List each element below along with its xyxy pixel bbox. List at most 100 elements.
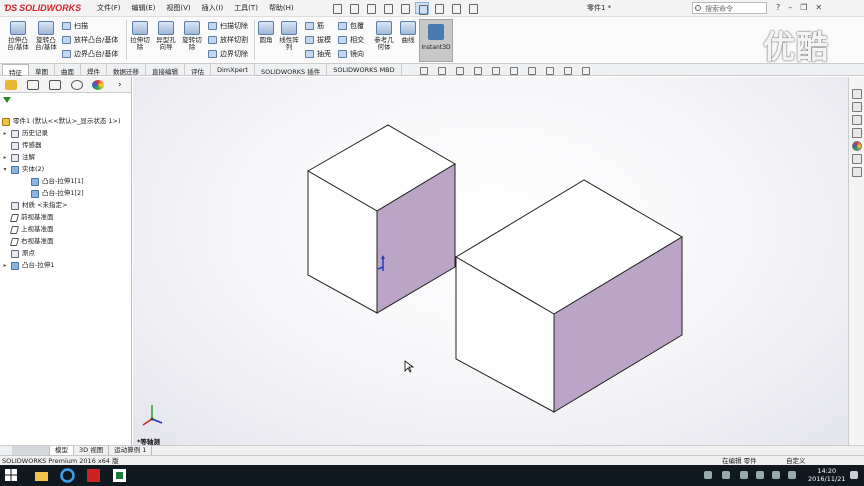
open-icon[interactable] [347, 2, 361, 14]
camtasia-icon[interactable] [112, 468, 127, 483]
apply-scene-icon[interactable] [562, 66, 574, 75]
curves-button[interactable]: 曲线 [398, 21, 418, 44]
reference-geometry-button[interactable]: 参考几何体 [373, 21, 395, 51]
model-canvas[interactable] [133, 77, 848, 445]
tree-item[interactable]: ▸ 注解 [2, 152, 35, 163]
tab-nav-arrows[interactable] [12, 446, 50, 455]
rib-button[interactable]: 筋 [305, 21, 324, 31]
tab-dimxpert[interactable]: DimXpert [211, 64, 255, 75]
custom-properties-icon[interactable] [852, 154, 862, 164]
tab-data-migration[interactable]: 数据迁移 [107, 64, 146, 76]
boundary-cut-button[interactable]: 边界切除 [208, 49, 248, 59]
tree-item[interactable]: 传感器 [2, 140, 42, 151]
extrude-boss-button[interactable]: 拉伸凸台/基体 [4, 21, 32, 51]
tree-item[interactable]: ▸ 历史记录 [2, 128, 48, 139]
menu-insert[interactable]: 插入(I) [202, 3, 224, 13]
tree-root-part[interactable]: 零件1 (默认<<默认>_显示状态 1>) [2, 116, 121, 127]
tree-item[interactable]: 凸台-拉伸1[2] [22, 188, 84, 199]
display-style-icon[interactable] [508, 66, 520, 75]
body-box-2[interactable] [455, 179, 683, 413]
print-icon[interactable] [381, 2, 395, 14]
shell-button[interactable]: 抽壳 [305, 49, 331, 59]
close-icon[interactable]: ✕ [815, 3, 822, 12]
section-view-icon[interactable] [472, 66, 484, 75]
zoom-area-icon[interactable] [436, 66, 448, 75]
start-icon[interactable] [4, 468, 19, 483]
tree-item[interactable]: 上视基准面 [2, 224, 54, 235]
recorder-icon[interactable] [86, 468, 101, 483]
help-icon[interactable]: ? [776, 3, 780, 12]
clock[interactable]: 14:20 2016/11/21 [808, 467, 845, 483]
file-properties-icon[interactable] [449, 2, 463, 14]
search-commands-input[interactable]: 搜索命令 [692, 2, 767, 14]
tree-item[interactable]: 凸台-拉伸1[1] [22, 176, 84, 187]
view-orientation-icon[interactable] [490, 66, 502, 75]
filter-icon[interactable] [3, 97, 12, 106]
feature-manager-tab-icon[interactable] [5, 80, 17, 90]
minimize-icon[interactable]: – [788, 3, 792, 12]
fillet-button[interactable]: 圆角 [256, 21, 276, 44]
loft-boss-button[interactable]: 放样凸台/基体 [62, 35, 118, 45]
menu-view[interactable]: 视图(V) [166, 3, 190, 13]
appearances-icon[interactable] [852, 141, 862, 151]
tab-motion-study[interactable]: 运动算例 1 [109, 446, 153, 455]
restore-icon[interactable]: ❐ [800, 3, 807, 12]
solidworks-resources-icon[interactable] [852, 89, 862, 99]
undo-icon[interactable] [398, 2, 412, 14]
rebuild-icon[interactable] [432, 2, 446, 14]
menu-file[interactable]: 文件(F) [97, 3, 121, 13]
extrude-cut-button[interactable]: 拉伸切除 [128, 21, 152, 51]
tree-item[interactable]: 材质 <未指定> [2, 200, 67, 211]
view-settings-icon[interactable] [580, 66, 592, 75]
menu-help[interactable]: 帮助(H) [269, 3, 294, 13]
tab-weldments[interactable]: 焊件 [81, 64, 107, 76]
tab-sketch[interactable]: 草图 [29, 64, 55, 76]
tab-surfaces[interactable]: 曲面 [55, 64, 81, 76]
tree-item[interactable]: 右视基准面 [2, 236, 54, 247]
new-icon[interactable] [330, 2, 344, 14]
notifications-icon[interactable] [850, 471, 858, 479]
draft-button[interactable]: 拔模 [305, 35, 331, 45]
tree-item[interactable]: ▾ 实体(2) [2, 164, 44, 175]
tree-expand-icon[interactable]: ▸ [2, 128, 8, 139]
units-status[interactable]: 自定义 [786, 457, 806, 465]
hide-show-items-icon[interactable] [526, 66, 538, 75]
tray-shield-icon[interactable] [704, 471, 712, 479]
tray-ime-icon[interactable] [788, 471, 796, 479]
options-icon[interactable] [466, 2, 480, 14]
tab-direct-editing[interactable]: 直接编辑 [146, 64, 185, 76]
instant3d-button[interactable]: Instant3D [419, 19, 453, 62]
tree-item[interactable]: 前视基准面 [2, 212, 54, 223]
tray-volume-icon[interactable] [772, 471, 780, 479]
edit-appearance-icon[interactable] [544, 66, 556, 75]
property-manager-tab-icon[interactable] [27, 80, 39, 90]
display-manager-tab-icon[interactable] [92, 80, 104, 90]
mirror-button[interactable]: 镜向 [338, 49, 364, 59]
browser-icon[interactable] [60, 468, 75, 483]
tray-network-icon[interactable] [740, 471, 748, 479]
zoom-to-fit-icon[interactable] [418, 66, 430, 75]
tree-expand-icon[interactable]: ▾ [2, 164, 8, 175]
tab-3d-views[interactable]: 3D 视图 [74, 446, 110, 455]
tray-flag-icon[interactable] [756, 471, 764, 479]
tree-item[interactable]: 原点 [2, 248, 35, 259]
swept-cut-button[interactable]: 扫描切除 [208, 21, 248, 31]
revolve-boss-button[interactable]: 旋转凸台/基体 [33, 21, 59, 51]
linear-pattern-button[interactable]: 线性阵列 [278, 21, 300, 51]
boundary-boss-button[interactable]: 边界凸台/基体 [62, 49, 118, 59]
tab-features[interactable]: 特征 [2, 64, 29, 77]
sweep-button[interactable]: 扫描 [62, 21, 88, 31]
previous-view-icon[interactable] [454, 66, 466, 75]
forum-icon[interactable] [852, 167, 862, 177]
file-explorer-icon[interactable] [852, 115, 862, 125]
tray-app-icon[interactable] [722, 471, 730, 479]
configuration-manager-tab-icon[interactable] [49, 80, 61, 90]
design-library-icon[interactable] [852, 102, 862, 112]
view-palette-icon[interactable] [852, 128, 862, 138]
graphics-area[interactable] [133, 77, 848, 445]
panel-expand-icon[interactable]: › [118, 80, 130, 90]
tab-addins[interactable]: SOLIDWORKS 插件 [255, 64, 328, 76]
menu-tools[interactable]: 工具(T) [234, 3, 258, 13]
solidworks-logo[interactable]: ƊS SOLIDWORKS [4, 2, 84, 14]
revolve-cut-button[interactable]: 旋转切除 [180, 21, 204, 51]
